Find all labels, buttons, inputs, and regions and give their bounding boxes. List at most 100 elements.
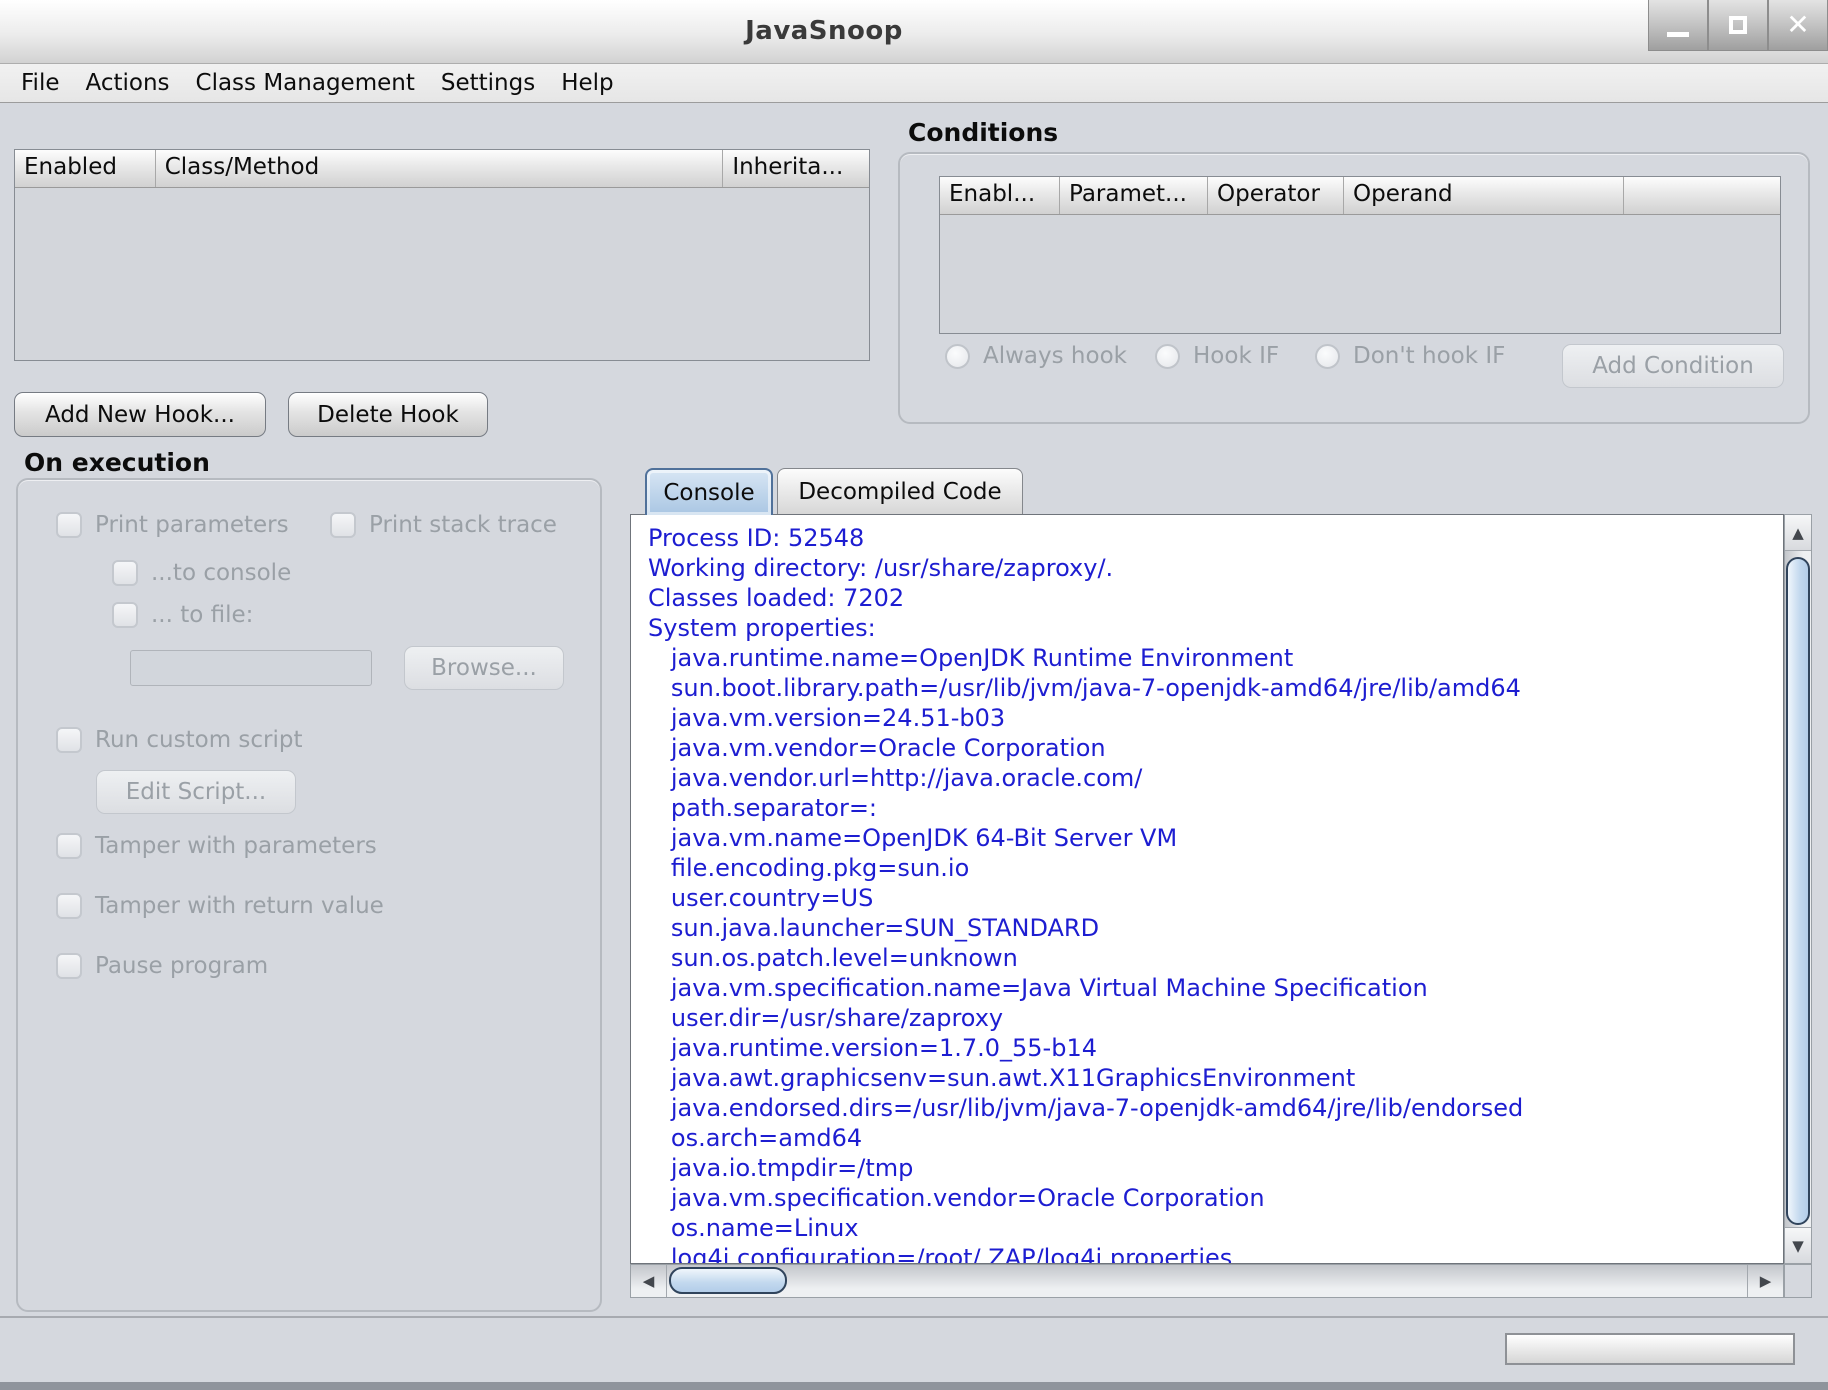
progress-bar (1505, 1333, 1795, 1365)
delete-hook-button[interactable]: Delete Hook (288, 392, 488, 437)
menu-item[interactable]: Class Management (183, 70, 428, 96)
add-condition-button[interactable]: Add Condition (1562, 344, 1784, 388)
console-line: path.separator=: (648, 793, 1783, 823)
console-line: os.name=Linux (648, 1213, 1783, 1243)
conditions-column-header[interactable] (1624, 177, 1780, 214)
to-file-checkbox[interactable]: ... to file: (112, 602, 253, 628)
tab-decompiled-code[interactable]: Decompiled Code (777, 468, 1023, 515)
file-path-input[interactable] (130, 650, 372, 686)
window-controls: ✕ (1648, 0, 1828, 51)
radio-always-hook[interactable]: Always hook (945, 343, 1127, 369)
scrollbar-corner (1784, 1264, 1812, 1298)
menu-item[interactable]: Actions (73, 70, 183, 96)
checkbox-icon (330, 512, 356, 538)
radio-icon (945, 344, 970, 369)
hooks-column-header[interactable]: Inherita... (723, 150, 869, 187)
console-line: java.runtime.version=1.7.0_55-b14 (648, 1033, 1783, 1063)
vertical-scrollbar-thumb[interactable] (1786, 557, 1810, 1225)
radio-hook-if[interactable]: Hook IF (1155, 343, 1279, 369)
conditions-title: Conditions (908, 118, 1058, 147)
console-line: Working directory: /usr/share/zaproxy/. (648, 553, 1783, 583)
tamper-parameters-label: Tamper with parameters (95, 833, 377, 859)
print-stack-trace-checkbox[interactable]: Print stack trace (330, 512, 557, 538)
console-line: java.vm.version=24.51-b03 (648, 703, 1783, 733)
close-icon: ✕ (1786, 11, 1809, 39)
conditions-table-header: Enabl...Paramet...OperatorOperand (940, 177, 1780, 215)
console-line: java.endorsed.dirs=/usr/lib/jvm/java-7-o… (648, 1093, 1783, 1123)
scroll-left-button[interactable]: ◀ (631, 1265, 667, 1297)
horizontal-scrollbar[interactable]: ◀ ▶ (630, 1264, 1784, 1298)
print-stack-trace-label: Print stack trace (369, 512, 557, 538)
menu-item[interactable]: File (8, 70, 73, 96)
radio-dont-hook-if[interactable]: Don't hook IF (1315, 343, 1505, 369)
radio-hook-if-label: Hook IF (1193, 343, 1279, 369)
on-execution-title: On execution (24, 448, 210, 477)
conditions-table[interactable]: Enabl...Paramet...OperatorOperand (939, 176, 1781, 334)
close-button[interactable]: ✕ (1768, 0, 1828, 51)
console-line: System properties: (648, 613, 1783, 643)
console-line: Classes loaded: 7202 (648, 583, 1783, 613)
console-line: java.runtime.name=OpenJDK Runtime Enviro… (648, 643, 1783, 673)
scroll-right-button[interactable]: ▶ (1747, 1265, 1783, 1297)
tamper-parameters-checkbox[interactable]: Tamper with parameters (56, 833, 377, 859)
conditions-column-header[interactable]: Paramet... (1060, 177, 1208, 214)
radio-icon (1155, 344, 1180, 369)
checkbox-icon (112, 602, 138, 628)
checkbox-icon (56, 727, 82, 753)
checkbox-icon (56, 833, 82, 859)
browse-button[interactable]: Browse... (404, 646, 564, 690)
arrow-down-icon: ▼ (1792, 1237, 1804, 1255)
console-output: Process ID: 52548Working directory: /usr… (630, 514, 1784, 1264)
console-line: sun.boot.library.path=/usr/lib/jvm/java-… (648, 673, 1783, 703)
pause-program-label: Pause program (95, 953, 268, 979)
conditions-column-header[interactable]: Operator (1208, 177, 1344, 214)
conditions-column-header[interactable]: Enabl... (940, 177, 1060, 214)
scroll-down-button[interactable]: ▼ (1785, 1227, 1811, 1263)
status-bar-separator (0, 1316, 1828, 1318)
horizontal-scrollbar-thumb[interactable] (669, 1267, 787, 1294)
hooks-table[interactable]: EnabledClass/MethodInherita... (14, 149, 870, 361)
console-line: log4j.configuration=/root/.ZAP/log4j.pro… (648, 1243, 1783, 1264)
radio-dont-hook-if-label: Don't hook IF (1353, 343, 1505, 369)
hooks-table-header: EnabledClass/MethodInherita... (15, 150, 869, 188)
scroll-up-button[interactable]: ▲ (1785, 515, 1811, 551)
to-console-checkbox[interactable]: ...to console (112, 560, 291, 586)
maximize-button[interactable] (1708, 0, 1768, 51)
console-line: Process ID: 52548 (648, 523, 1783, 553)
menu-item[interactable]: Help (548, 70, 626, 96)
title-bar: JavaSnoop ✕ (0, 0, 1828, 64)
run-custom-script-label: Run custom script (95, 727, 303, 753)
minimize-button[interactable] (1648, 0, 1708, 51)
radio-always-hook-label: Always hook (983, 343, 1127, 369)
to-console-label: ...to console (151, 560, 291, 586)
edit-script-button[interactable]: Edit Script... (96, 770, 296, 814)
conditions-column-header[interactable]: Operand (1344, 177, 1624, 214)
hooks-column-header[interactable]: Enabled (15, 150, 156, 187)
console-line: java.vm.specification.name=Java Virtual … (648, 973, 1783, 1003)
console-line: java.vm.name=OpenJDK 64-Bit Server VM (648, 823, 1783, 853)
print-parameters-checkbox[interactable]: Print parameters (56, 512, 289, 538)
console-line: sun.java.launcher=SUN_STANDARD (648, 913, 1783, 943)
to-file-label: ... to file: (151, 602, 253, 628)
console-line: java.vm.specification.vendor=Oracle Corp… (648, 1183, 1783, 1213)
pause-program-checkbox[interactable]: Pause program (56, 953, 268, 979)
tab-console[interactable]: Console (645, 468, 773, 515)
run-custom-script-checkbox[interactable]: Run custom script (56, 727, 303, 753)
arrow-up-icon: ▲ (1792, 524, 1804, 542)
checkbox-icon (56, 893, 82, 919)
console-line: os.arch=amd64 (648, 1123, 1783, 1153)
arrow-right-icon: ▶ (1760, 1272, 1772, 1290)
menu-item[interactable]: Settings (428, 70, 548, 96)
console-line: user.country=US (648, 883, 1783, 913)
console-line: java.vm.vendor=Oracle Corporation (648, 733, 1783, 763)
add-new-hook-button[interactable]: Add New Hook... (14, 392, 266, 437)
tamper-return-value-label: Tamper with return value (95, 893, 384, 919)
vertical-scrollbar[interactable]: ▲ ▼ (1784, 514, 1812, 1264)
console-line: file.encoding.pkg=sun.io (648, 853, 1783, 883)
checkbox-icon (56, 512, 82, 538)
console-line: java.awt.graphicsenv=sun.awt.X11Graphics… (648, 1063, 1783, 1093)
console-line: java.io.tmpdir=/tmp (648, 1153, 1783, 1183)
tamper-return-value-checkbox[interactable]: Tamper with return value (56, 893, 384, 919)
hooks-column-header[interactable]: Class/Method (156, 150, 724, 187)
checkbox-icon (112, 560, 138, 586)
